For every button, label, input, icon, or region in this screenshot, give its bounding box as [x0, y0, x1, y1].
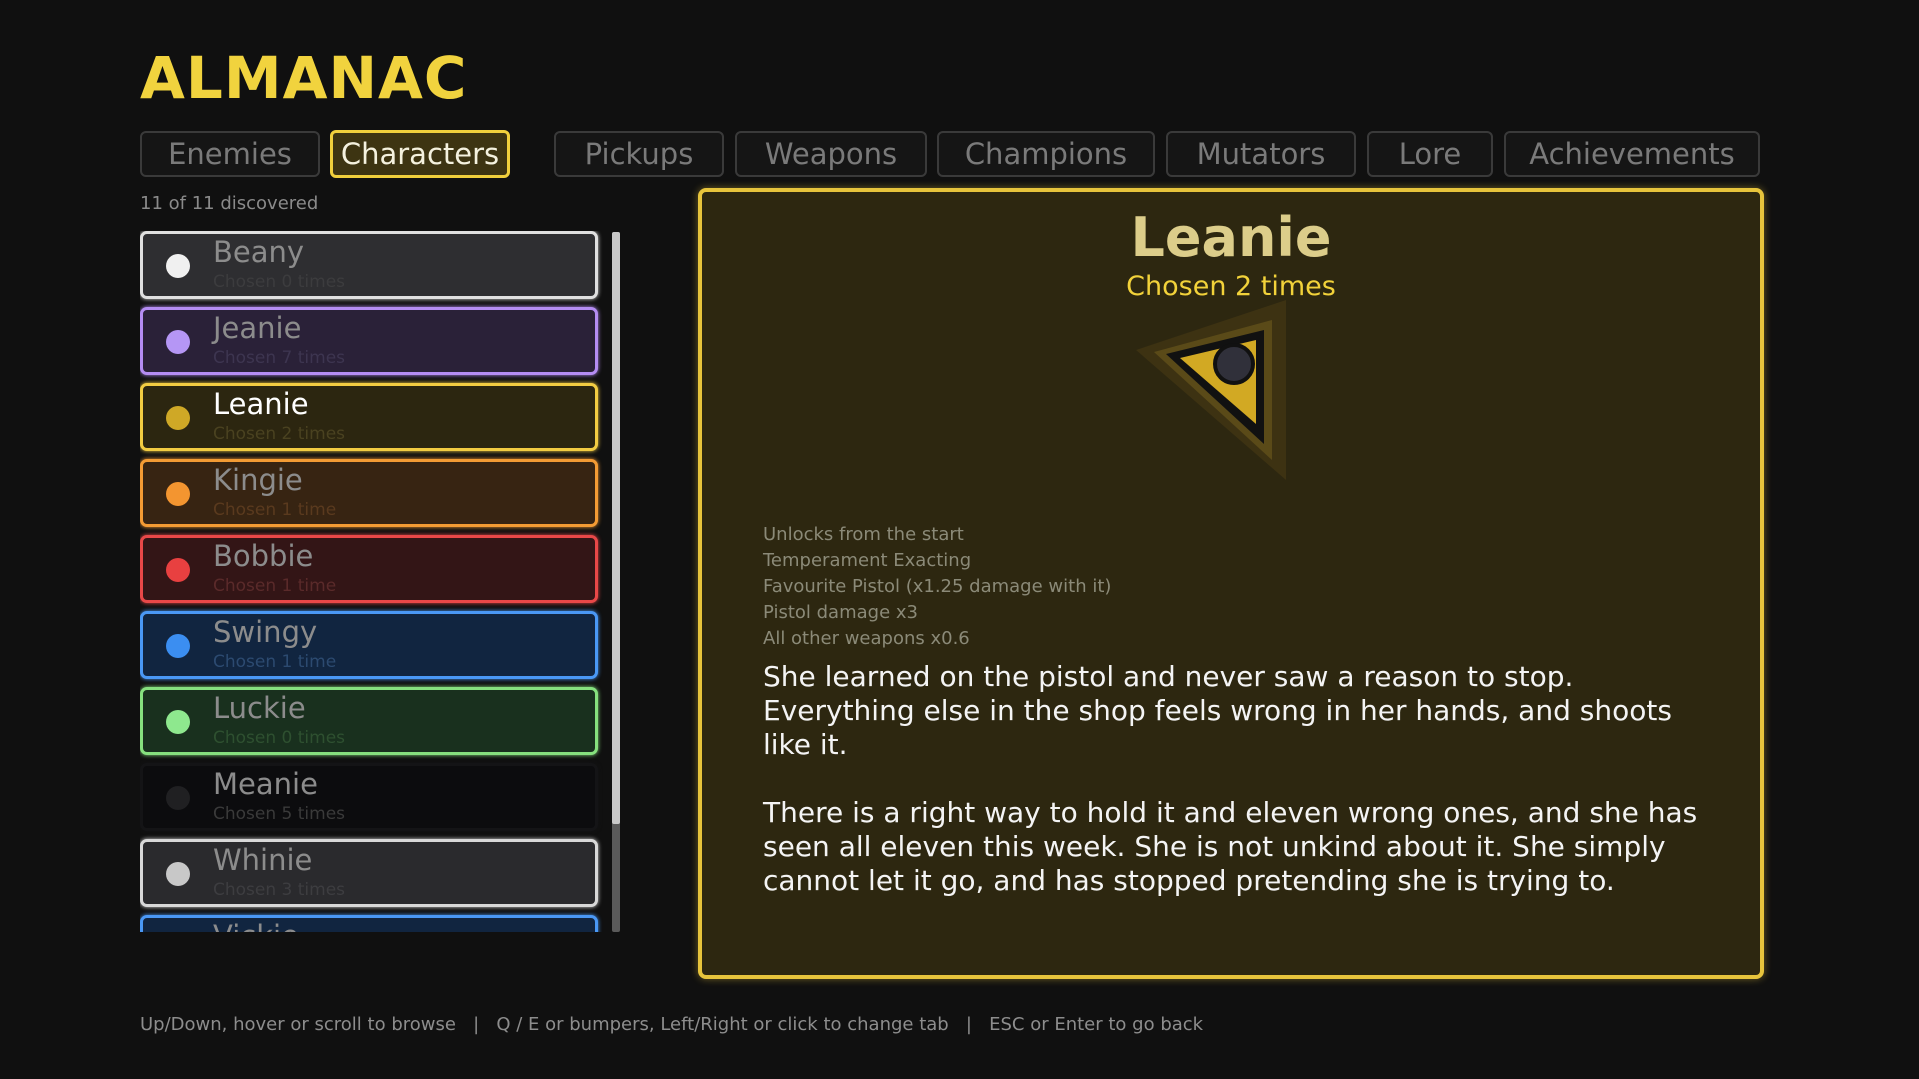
triangle-emblem-icon — [1136, 300, 1286, 480]
list-item[interactable]: Kingie Chosen 1 time — [140, 459, 598, 527]
tab-weapons[interactable]: Weapons — [735, 131, 927, 177]
list-item[interactable]: Leanie Chosen 2 times — [140, 383, 598, 451]
character-color-icon — [166, 406, 190, 430]
tab-lore[interactable]: Lore — [1367, 131, 1493, 177]
list-item[interactable]: Vickie — [140, 915, 598, 932]
bio-paragraph: She learned on the pistol and never saw … — [763, 660, 1672, 761]
character-bio: She learned on the pistol and never saw … — [763, 660, 1723, 932]
list-item[interactable]: Jeanie Chosen 7 times — [140, 307, 598, 375]
controls-hint: Up/Down, hover or scroll to browse | Q /… — [140, 1014, 1204, 1035]
tab-pickups[interactable]: Pickups — [554, 131, 724, 177]
list-item-name: Vickie — [213, 919, 299, 932]
list-item-name: Leanie — [213, 387, 309, 421]
list-item[interactable]: Swingy Chosen 1 time — [140, 611, 598, 679]
stat-temperament: Temperament Exacting — [763, 550, 972, 571]
scrollbar-thumb[interactable] — [612, 232, 620, 824]
stat-unlocks: Unlocks from the start — [763, 524, 964, 545]
character-name: Leanie — [1130, 206, 1332, 269]
character-color-icon — [166, 482, 190, 506]
list-item-subtitle: Chosen 5 times — [213, 804, 346, 824]
chosen-count: Chosen 2 times — [1126, 271, 1336, 302]
list-item-name: Swingy — [213, 615, 318, 649]
list-item-subtitle: Chosen 1 time — [213, 576, 337, 596]
list-item-name: Kingie — [213, 463, 303, 497]
list-item-name: Meanie — [213, 767, 318, 801]
list-item[interactable]: Beany Chosen 0 times — [140, 231, 598, 299]
page-title: ALMANAC — [140, 44, 468, 112]
stat-other-weapons: All other weapons x0.6 — [763, 628, 970, 649]
character-color-icon — [166, 710, 190, 734]
tab-enemies[interactable]: Enemies — [140, 131, 320, 177]
list-item[interactable]: Whinie Chosen 3 times — [140, 839, 598, 907]
discovered-count: 11 of 11 discovered — [140, 193, 319, 214]
tab-achievements[interactable]: Achievements — [1504, 131, 1760, 177]
list-item-name: Beany — [213, 235, 305, 269]
list-item-name: Jeanie — [213, 311, 302, 345]
list-item[interactable]: Luckie Chosen 0 times — [140, 687, 598, 755]
stat-favourite: Favourite Pistol (x1.25 damage with it) — [763, 576, 1112, 597]
tab-mutators[interactable]: Mutators — [1166, 131, 1356, 177]
character-color-icon — [166, 254, 190, 278]
list-item-name: Bobbie — [213, 539, 314, 573]
list-item-subtitle: Chosen 0 times — [213, 272, 346, 292]
character-color-icon — [166, 558, 190, 582]
character-list[interactable]: Beany Chosen 0 times Jeanie Chosen 7 times L… — [140, 231, 604, 932]
list-item[interactable]: Meanie Chosen 5 times — [140, 763, 598, 831]
stats-list: Unlocks from the start Temperament Exact… — [763, 522, 1111, 652]
tab-characters[interactable]: Characters — [330, 130, 510, 178]
list-item-subtitle: Chosen 1 time — [213, 652, 337, 672]
list-item-name: Whinie — [213, 843, 313, 877]
list-item-subtitle: Chosen 2 times — [213, 424, 346, 444]
list-item-subtitle: Chosen 3 times — [213, 880, 346, 900]
list-scrollbar[interactable] — [612, 232, 620, 932]
list-item[interactable]: Bobbie Chosen 1 time — [140, 535, 598, 603]
list-item-subtitle: Chosen 0 times — [213, 728, 346, 748]
character-color-icon — [166, 786, 190, 810]
list-item-subtitle: Chosen 7 times — [213, 348, 346, 368]
list-item-name: Luckie — [213, 691, 306, 725]
character-color-icon — [166, 862, 190, 886]
character-color-icon — [166, 330, 190, 354]
bio-paragraph: There is a right way to hold it and elev… — [763, 796, 1698, 897]
character-detail-panel: Leanie Chosen 2 times Unlocks from the s… — [698, 188, 1764, 979]
stat-pistol-damage: Pistol damage x3 — [763, 602, 918, 623]
tab-champions[interactable]: Champions — [937, 131, 1155, 177]
list-item-subtitle: Chosen 1 time — [213, 500, 337, 520]
character-color-icon — [166, 634, 190, 658]
